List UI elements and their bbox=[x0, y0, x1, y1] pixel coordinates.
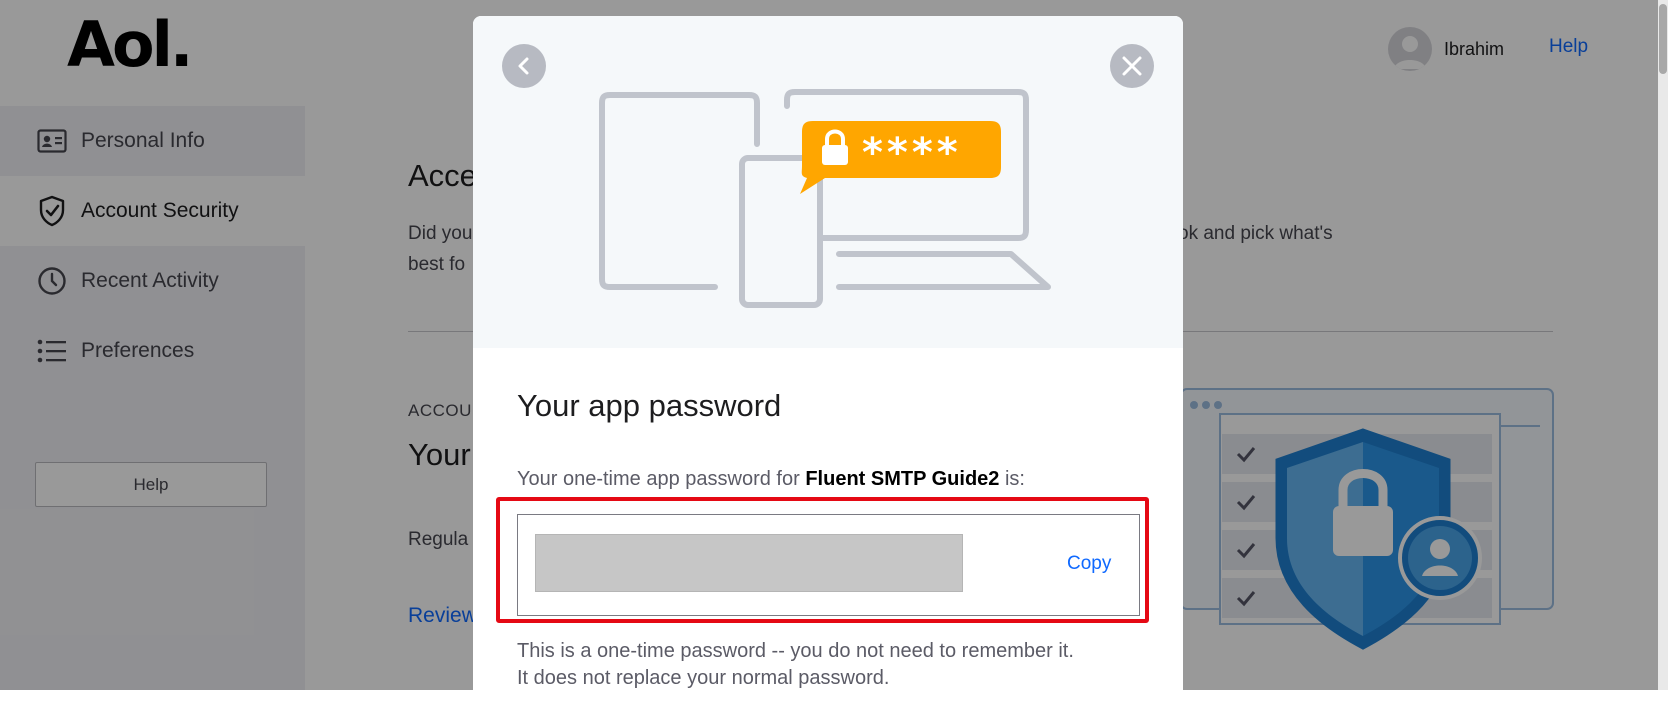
masked-password-text: **** bbox=[862, 130, 962, 176]
scrollbar[interactable] bbox=[1658, 0, 1668, 690]
devices-password-illustration: **** bbox=[599, 89, 1051, 308]
chevron-left-icon bbox=[518, 57, 529, 75]
close-button[interactable] bbox=[1110, 44, 1154, 88]
app-password-box: Copy bbox=[517, 514, 1140, 616]
description-prefix: Your one-time app password for bbox=[517, 468, 800, 490]
app-password-value[interactable] bbox=[535, 534, 963, 592]
dialog-description: Your one-time app password for Fluent SM… bbox=[517, 468, 1025, 491]
app-name: Fluent SMTP Guide2 bbox=[805, 468, 1000, 490]
copy-button[interactable]: Copy bbox=[1067, 553, 1111, 575]
scrollbar-thumb[interactable] bbox=[1659, 4, 1667, 74]
description-suffix: is: bbox=[1004, 468, 1025, 490]
back-button[interactable] bbox=[502, 44, 546, 88]
dialog-note-line-2: It does not replace your normal password… bbox=[517, 667, 890, 689]
dialog-title: Your app password bbox=[517, 388, 782, 423]
dialog-hero: **** bbox=[473, 16, 1183, 348]
app-password-dialog: **** Your app password Your one-time app… bbox=[473, 16, 1183, 706]
dialog-note-line-1: This is a one-time password -- you do no… bbox=[517, 640, 1074, 662]
close-icon bbox=[1122, 56, 1142, 76]
